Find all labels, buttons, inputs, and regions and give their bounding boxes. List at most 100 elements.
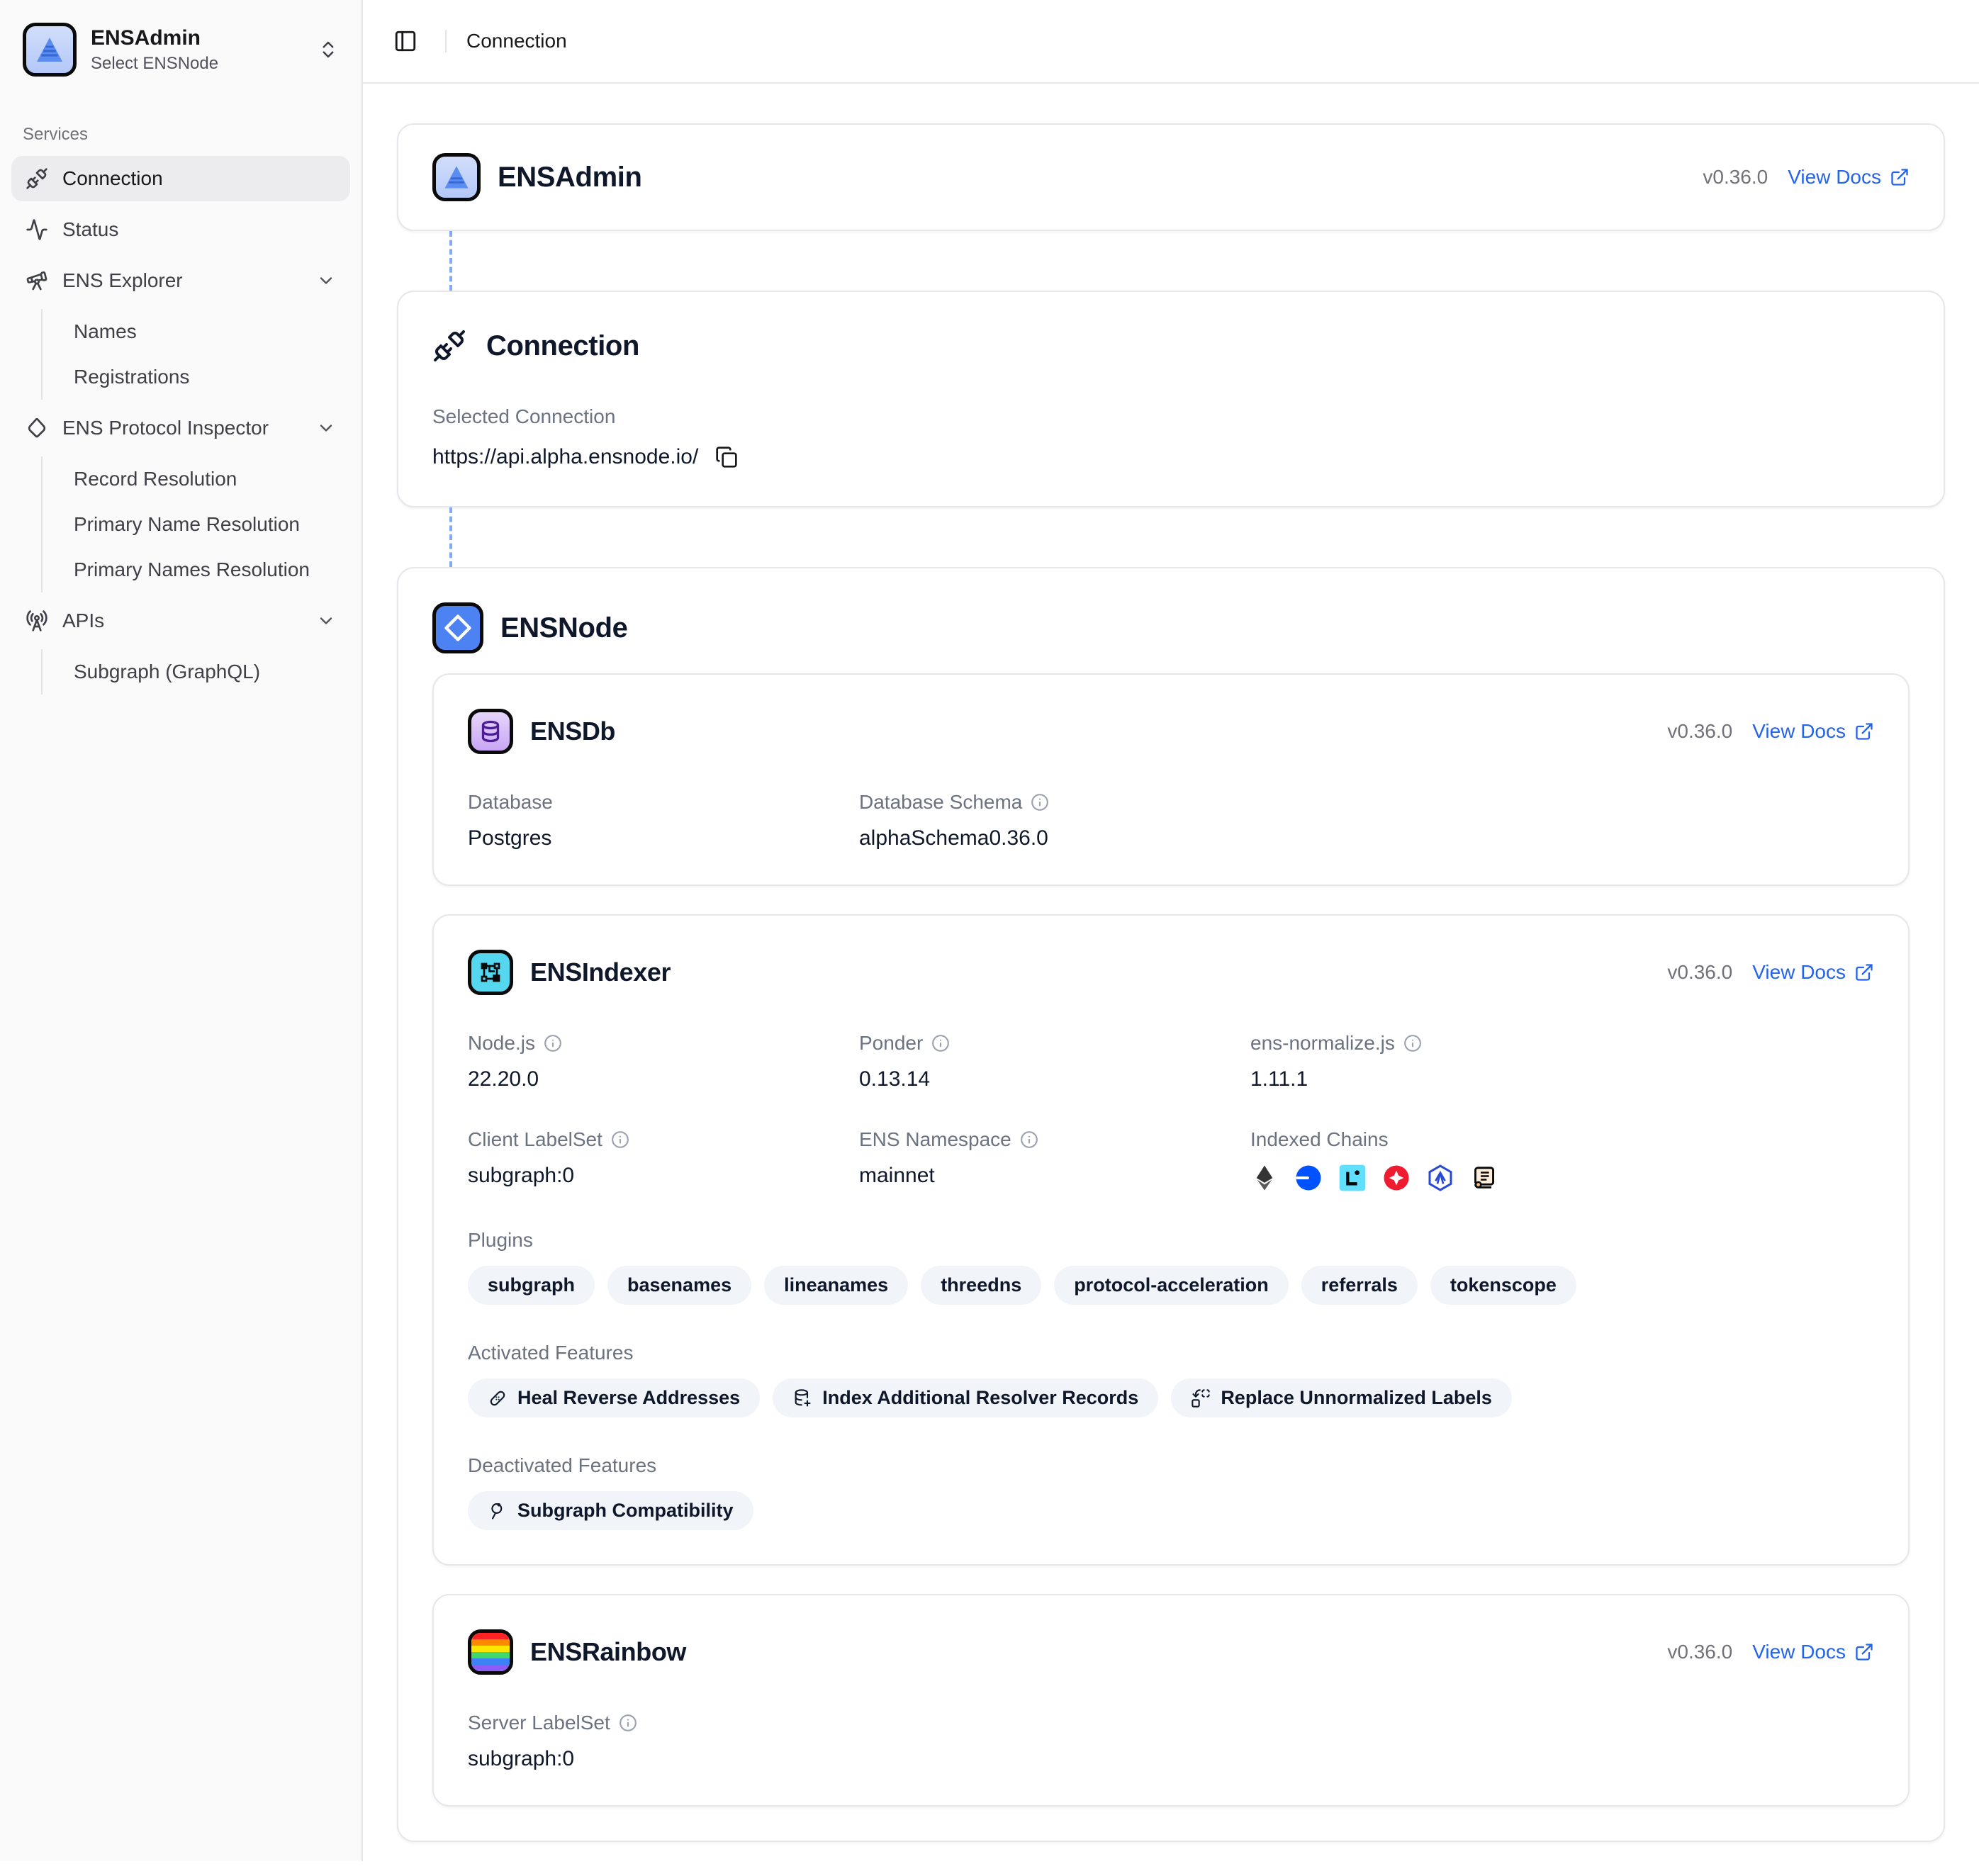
chip-label: referrals (1321, 1274, 1398, 1296)
ensdb-card: ENSDb v0.36.0 View Docs Database Postgre… (432, 673, 1910, 886)
chip-label: Heal Reverse Addresses (517, 1387, 740, 1409)
sidebar-item-primary-name-resolution[interactable]: Primary Name Resolution (62, 502, 350, 547)
activity-icon (26, 218, 48, 241)
chip-label: threedns (941, 1274, 1021, 1296)
plugin-chip: threedns (921, 1266, 1041, 1305)
ens-logo-icon (26, 417, 48, 439)
chip-label: subgraph (488, 1274, 575, 1296)
deactivated-features-label: Deactivated Features (468, 1454, 1874, 1477)
ensindexer-card-title: ENSIndexer (530, 957, 671, 987)
card-connector-line (449, 231, 452, 291)
field-value-text: 1.11.1 (1250, 1067, 1874, 1091)
ensrainbow-version: v0.36.0 (1667, 1641, 1732, 1663)
sidebar-item-label: Primary Names Resolution (74, 558, 310, 581)
sidebar-item-label: ENS Protocol Inspector (62, 417, 269, 439)
external-link-icon (1854, 962, 1874, 982)
database-plus-icon (792, 1388, 812, 1408)
topbar-divider (445, 30, 447, 52)
sidebar-item-label: Primary Name Resolution (74, 513, 300, 536)
ensnode-card: ENSNode ENSDb v0.36.0 View Docs (397, 567, 1945, 1842)
activated-features-row: Heal Reverse Addresses Index Additional … (468, 1378, 1874, 1417)
sidebar-item-status[interactable]: Status (11, 207, 350, 252)
info-icon (1031, 793, 1049, 811)
sidebar-item-label: Subgraph (GraphQL) (74, 661, 260, 683)
ensrainbow-view-docs-link[interactable]: View Docs (1752, 1641, 1874, 1663)
sidebar: ENSAdmin Select ENSNode Services Connect… (0, 0, 363, 1861)
chevron-down-icon (316, 418, 336, 438)
feature-chip: Index Additional Resolver Records (773, 1378, 1158, 1417)
plugins-row: subgraph basenames lineanames threedns p… (468, 1266, 1874, 1305)
ensadmin-card: ENSAdmin v0.36.0 View Docs (397, 123, 1945, 231)
indexed-chains-row (1250, 1164, 1874, 1192)
copy-icon (715, 446, 738, 468)
plugins-label: Plugins (468, 1229, 1874, 1252)
field-label-text: ens-normalize.js (1250, 1032, 1395, 1055)
ensadmin-version: v0.36.0 (1703, 166, 1768, 189)
field-database-schema: Database Schema alphaSchema0.36.0 (859, 791, 1250, 850)
breadcrumb: Connection (466, 30, 567, 52)
field-label-text: Ponder (859, 1032, 923, 1055)
view-docs-label: View Docs (1752, 720, 1846, 743)
ensnode-card-title: ENSNode (500, 612, 627, 644)
field-ens-normalize: ens-normalize.js 1.11.1 (1250, 1032, 1874, 1091)
chip-label: protocol-acceleration (1074, 1274, 1269, 1296)
ensrainbow-logo-icon (468, 1629, 513, 1675)
sidebar-item-label: ENS Explorer (62, 269, 183, 292)
sidebar-item-connection[interactable]: Connection (11, 156, 350, 201)
card-connector-line (449, 507, 452, 567)
field-ens-namespace: ENS Namespace mainnet (859, 1128, 1250, 1192)
panel-left-icon (393, 29, 417, 53)
ensdb-view-docs-link[interactable]: View Docs (1752, 720, 1874, 743)
sidebar-item-registrations[interactable]: Registrations (62, 354, 350, 400)
chevron-down-icon (316, 611, 336, 631)
sidebar-item-ens-explorer[interactable]: ENS Explorer (11, 258, 350, 303)
field-value-text: 22.20.0 (468, 1067, 859, 1091)
ensadmin-view-docs-link[interactable]: View Docs (1788, 166, 1910, 189)
plugin-chip: referrals (1301, 1266, 1418, 1305)
field-label-text: Indexed Chains (1250, 1128, 1389, 1151)
field-label-text: Server LabelSet (468, 1712, 610, 1734)
base-chain-icon (1294, 1164, 1323, 1192)
chevron-down-icon (316, 271, 336, 291)
sidebar-toggle-button[interactable] (386, 21, 425, 61)
info-icon (1020, 1130, 1038, 1149)
plugin-chip: protocol-acceleration (1054, 1266, 1289, 1305)
copy-url-button[interactable] (715, 446, 738, 468)
field-nodejs: Node.js 22.20.0 (468, 1032, 859, 1091)
radio-tower-icon (26, 610, 48, 632)
sidebar-item-names[interactable]: Names (62, 309, 350, 354)
selected-connection-label: Selected Connection (432, 405, 1910, 428)
sidebar-item-label: Status (62, 218, 118, 241)
sidebar-item-label: Connection (62, 167, 163, 190)
sidebar-item-subgraph-graphql[interactable]: Subgraph (GraphQL) (62, 649, 350, 695)
telescope-icon (26, 269, 48, 292)
external-link-icon (1890, 167, 1910, 187)
view-docs-label: View Docs (1752, 961, 1846, 984)
sidebar-item-apis[interactable]: APIs (11, 598, 350, 644)
field-client-labelset: Client LabelSet subgraph:0 (468, 1128, 859, 1192)
sidebar-item-record-resolution[interactable]: Record Resolution (62, 456, 350, 502)
scroll-chain-icon (1470, 1164, 1498, 1192)
ensadmin-logo-icon (23, 23, 77, 77)
sidebar-section-services: Services (0, 125, 361, 145)
sidebar-item-label: Names (74, 320, 137, 343)
ensrainbow-card-title: ENSRainbow (530, 1637, 686, 1667)
sidebar-item-primary-names-resolution[interactable]: Primary Names Resolution (62, 547, 350, 592)
ens-explorer-subitems: Names Registrations (41, 309, 350, 400)
field-value-text: mainnet (859, 1164, 1250, 1188)
sidebar-item-label: APIs (62, 610, 104, 632)
field-value-text: alphaSchema0.36.0 (859, 826, 1250, 850)
sidebar-item-ens-protocol-inspector[interactable]: ENS Protocol Inspector (11, 405, 350, 451)
field-database: Database Postgres (468, 791, 859, 850)
chip-label: Replace Unnormalized Labels (1221, 1387, 1492, 1409)
field-label-text: Client LabelSet (468, 1128, 602, 1151)
ensindexer-view-docs-link[interactable]: View Docs (1752, 961, 1874, 984)
info-icon (931, 1034, 950, 1052)
activated-features-label: Activated Features (468, 1342, 1874, 1364)
external-link-icon (1854, 721, 1874, 741)
plugin-chip: tokenscope (1430, 1266, 1576, 1305)
field-value-text: Postgres (468, 826, 859, 850)
chip-label: tokenscope (1450, 1274, 1557, 1296)
deactivated-features-row: Subgraph Compatibility (468, 1491, 1874, 1530)
ensnode-selector[interactable]: ENSAdmin Select ENSNode (6, 6, 356, 94)
